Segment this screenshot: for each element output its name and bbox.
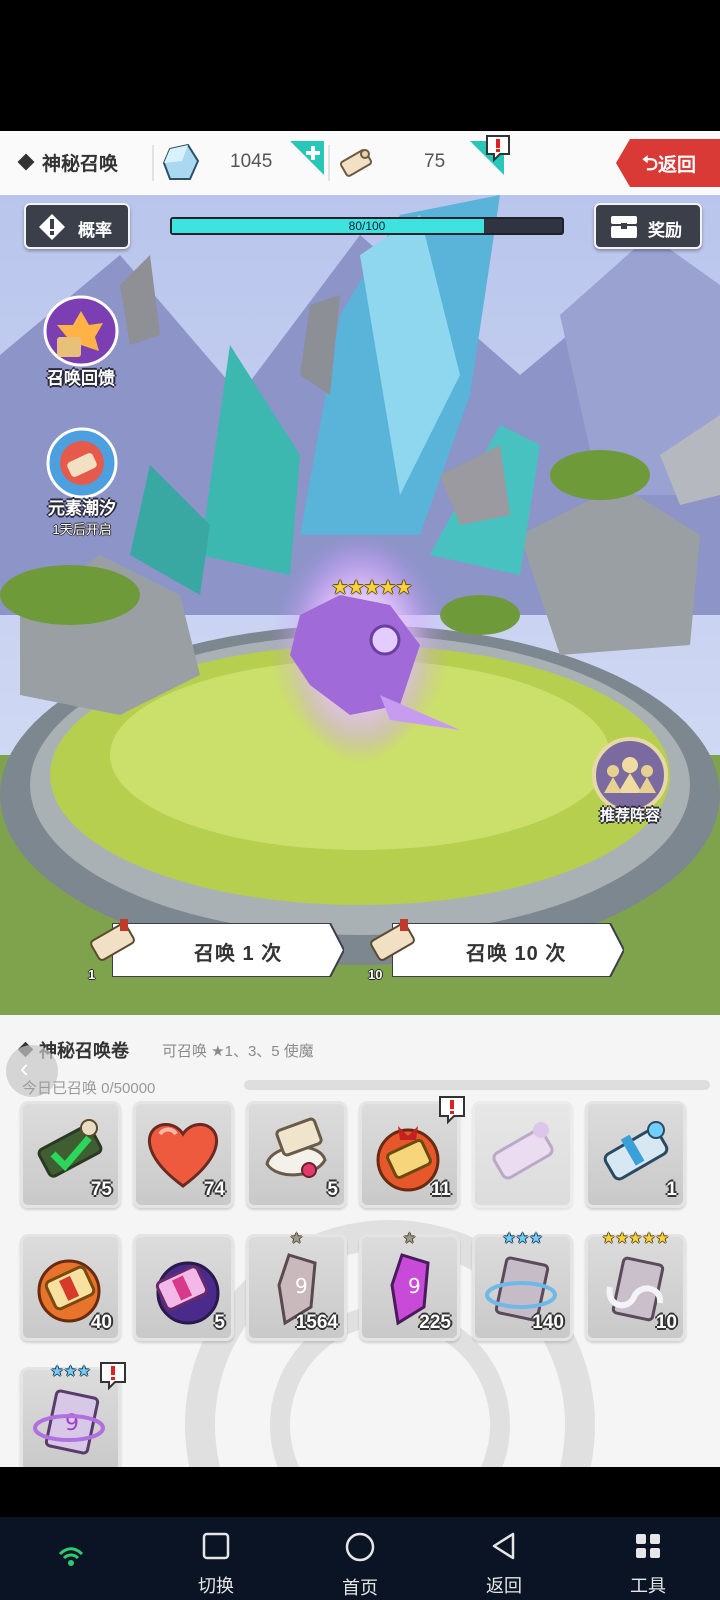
rate-button[interactable]: 概率 [24,203,130,249]
elemental-tide-icon [46,427,118,499]
today-progress-bar [244,1080,710,1090]
nav-back-button[interactable]: 返回 [464,1531,544,1598]
item-slot[interactable]: 5 [133,1234,234,1341]
return-arrow-icon: ⮌ [642,153,659,175]
elemental-tide-button[interactable]: 元素潮汐 1天后开启 [22,427,142,538]
team-icon [592,737,668,813]
triangle-back-icon [492,1532,515,1560]
item-slot[interactable]: ★★★★★ 10 [585,1231,686,1341]
item-slot[interactable]: ★ 9 1564 [246,1231,347,1341]
item-slot[interactable]: 11 [359,1096,465,1208]
scroll-cost-icon [90,919,135,961]
scroll-cost-icon [370,919,415,961]
item-slot[interactable]: ★★★ 9 [20,1362,126,1467]
gem-count: 1045 [230,151,273,172]
divider [152,145,154,181]
item-slot[interactable]: 1 [585,1101,686,1208]
page-title: 神秘召唤 [17,149,118,176]
nav-home-button[interactable]: 首页 [320,1531,400,1600]
add-gems-button[interactable] [290,141,324,175]
progress-text: 80/100 [348,219,386,233]
summon-scroll-icon [339,149,373,177]
new-alert-icon [439,1096,465,1125]
gem-icon [162,143,200,180]
item-slot[interactable] [472,1101,573,1208]
scroll-inventory-panel: 神秘召唤卷 可召唤 ★1、3、5 使魔 ‹ 今日已召唤 0/50000 75 7… [0,1015,720,1467]
item-slot[interactable]: ★★★ 140 [472,1231,573,1341]
item-slot[interactable]: 74 [133,1101,234,1208]
square-icon [202,1532,230,1560]
scroll-count: 75 [424,151,446,172]
summon-scene: 概率 80/100 奖励 召唤回馈 元素潮汐 1天后开启 ★★★★★ 推荐阵容 … [0,195,720,1015]
reward-button[interactable]: 奖励 [594,203,702,249]
summon-feedback-button[interactable]: 召唤回馈 [26,293,136,389]
info-warning-icon [39,214,65,240]
summon-10-button[interactable]: 10 召唤 10 次 [368,919,624,982]
item-slot[interactable]: 5 [246,1101,347,1208]
panel-description: 可召唤 ★1、3、5 使魔 [162,1043,314,1060]
grid-icon [636,1534,660,1558]
svg-text:9: 9 [295,1274,308,1298]
nav-switch-button[interactable]: 切换 [176,1531,256,1598]
new-alert-icon [100,1362,126,1391]
letterbox-bar [0,1467,720,1517]
summon-1-button[interactable]: 1 召唤 1 次 [88,919,344,982]
chest-icon [611,216,637,238]
item-slot[interactable]: 75 [20,1101,121,1208]
alert-icon [486,135,510,163]
feedback-bag-icon [43,295,119,367]
five-star-rating: ★★★★★ [331,577,413,599]
back-button[interactable]: ⮌ 返回 [616,137,720,189]
summon-progress-bar: 80/100 [170,217,564,235]
system-nav-bar: 切换 首页 返回 工具 [0,1517,720,1600]
recommended-lineup-button[interactable]: 推荐阵容 [580,735,680,825]
wifi-icon [58,1547,84,1566]
purple-scroll-icon [492,1122,554,1180]
nav-tools-button[interactable]: 工具 [608,1531,688,1598]
svg-text:9: 9 [408,1274,421,1298]
today-summon-count: 今日已召唤 0/50000 [22,1080,156,1097]
divider [328,145,330,181]
item-slot[interactable]: 40 [20,1234,121,1341]
item-slot[interactable]: ★ 9 225 [359,1231,460,1341]
top-bar: 神秘召唤 1045 75 ⮌ 返回 [0,131,720,195]
circle-icon [345,1532,375,1562]
